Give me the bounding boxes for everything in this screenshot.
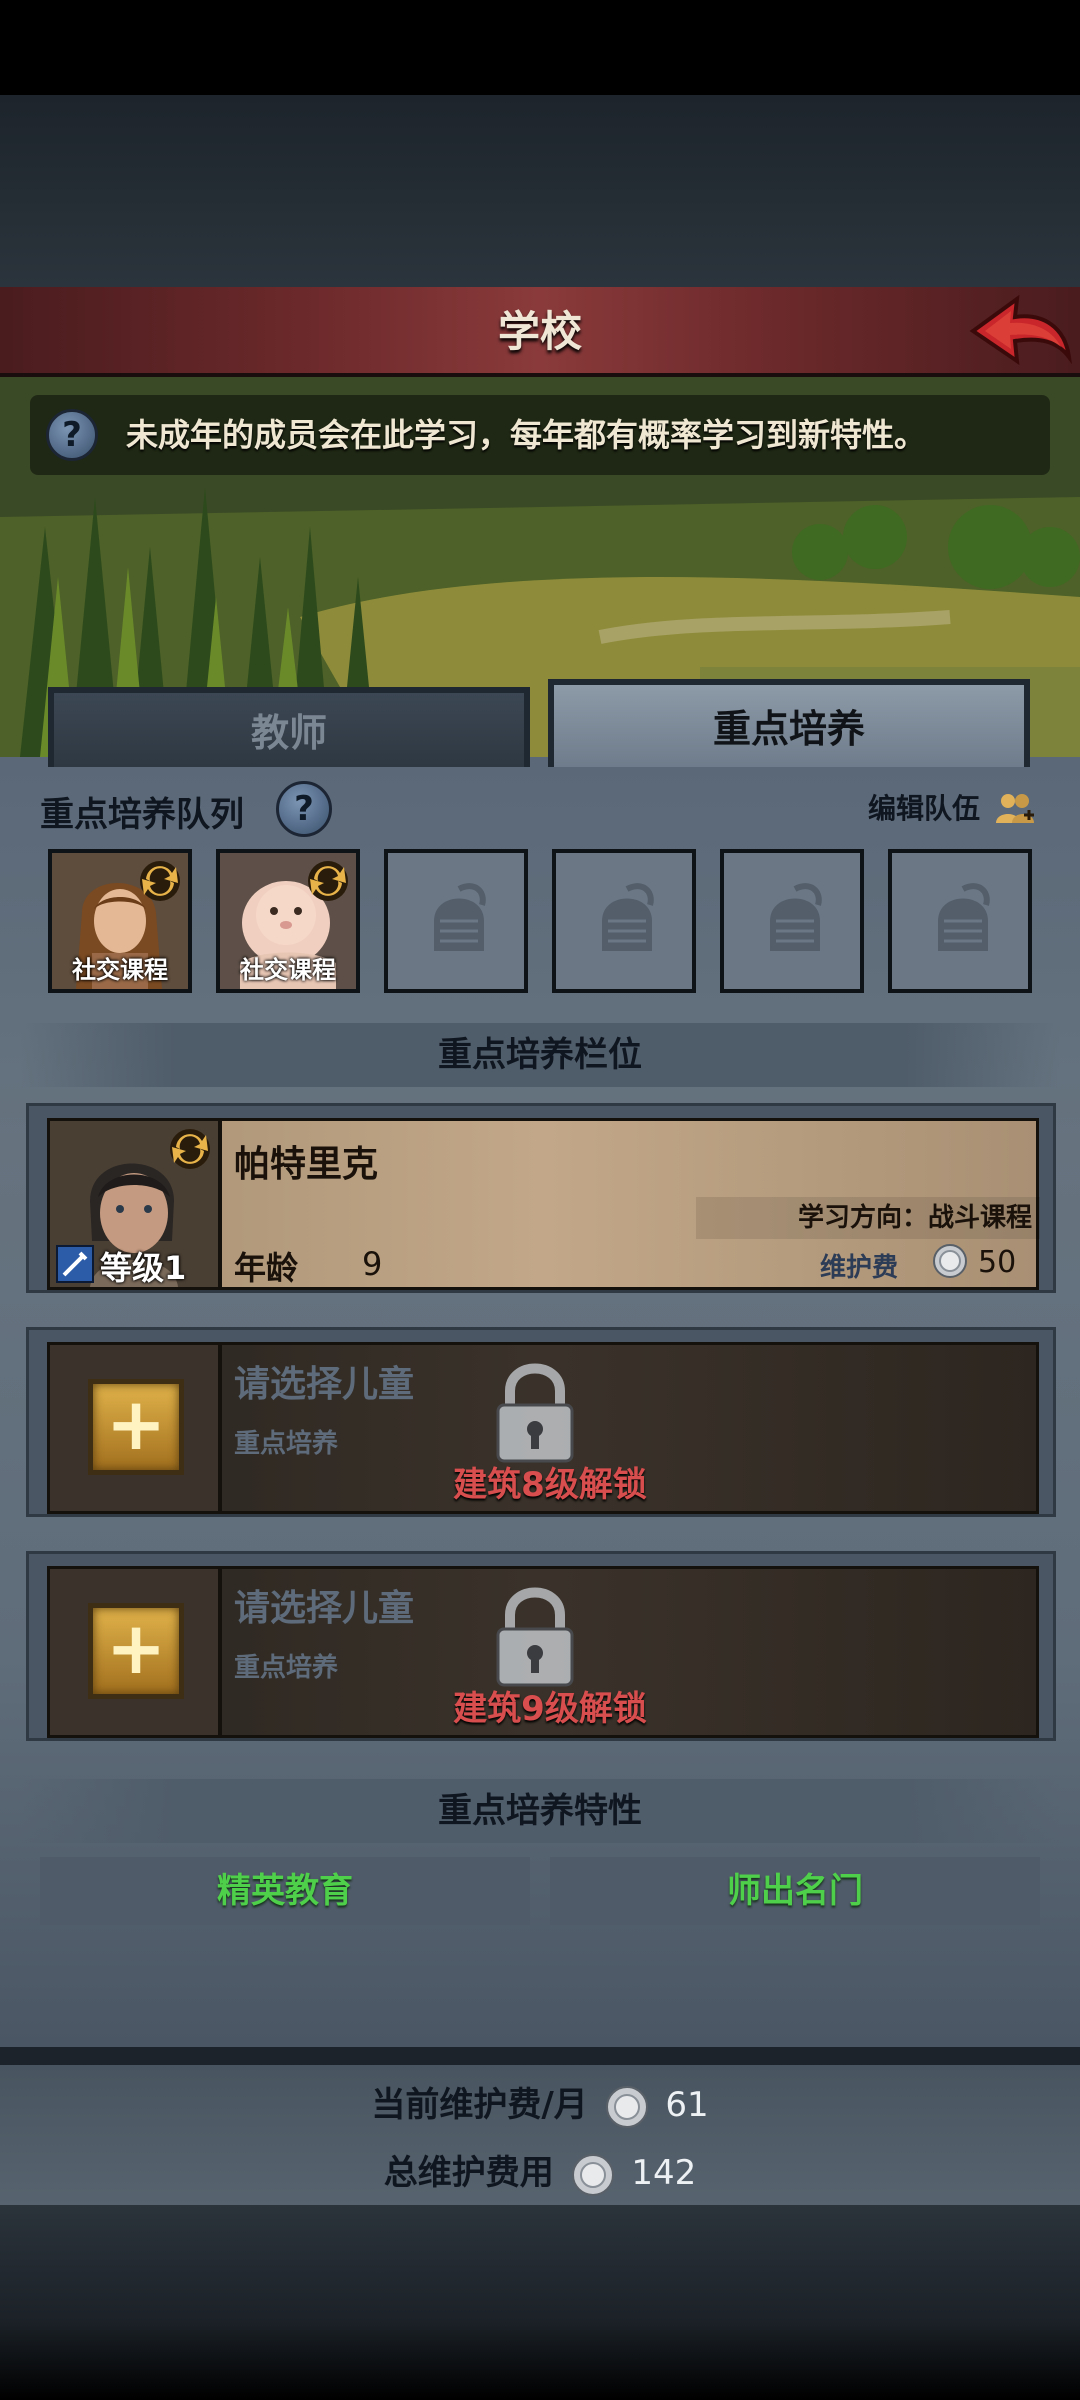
focus-slot-2[interactable]: + 请选择儿童 重点培养 建筑8级解锁 xyxy=(26,1327,1056,1517)
focus-slot-3[interactable]: + 请选择儿童 重点培养 建筑9级解锁 xyxy=(26,1551,1056,1741)
focus-slot-card: 等级1 帕特里克 学习方向：战斗课程 年龄 9 维护费 50 xyxy=(47,1118,1040,1290)
header-bar: 学校 xyxy=(0,287,1080,377)
child-portrait: 等级1 xyxy=(50,1121,222,1287)
lock-icon xyxy=(496,1587,574,1687)
empty-portrait: + xyxy=(50,1569,222,1735)
child-name: 帕特里克 xyxy=(234,1144,379,1185)
age-label: 年龄 xyxy=(234,1249,299,1287)
lock-icon xyxy=(496,1363,574,1463)
footer-divider xyxy=(0,2047,1080,2065)
focus-slot-card: + 请选择儿童 重点培养 建筑9级解锁 xyxy=(47,1566,1039,1738)
swap-icon xyxy=(140,861,180,901)
unlock-requirement: 建筑9级解锁 xyxy=(453,1689,647,1729)
trait-famous-mentor[interactable]: 师出名门 xyxy=(550,1857,1040,1925)
footer-panel: 当前维护费/月 61 总维护费用 142 xyxy=(0,2065,1080,2205)
queue-title: 重点培养队列 xyxy=(40,795,244,835)
tab-focus-training[interactable]: 重点培养 xyxy=(548,679,1030,767)
queue-slot-1[interactable]: 社交课程 xyxy=(48,849,192,993)
page-title: 学校 xyxy=(497,307,582,356)
empty-helmet-icon xyxy=(770,883,822,951)
trait-elite-education[interactable]: 精英教育 xyxy=(40,1857,530,1925)
traits-section-title: 重点培养特性 xyxy=(20,1779,1060,1843)
queue-slot-label: 社交课程 xyxy=(240,956,336,984)
top-backdrop xyxy=(0,95,1080,287)
study-direction: 学习方向：战斗课程 xyxy=(797,1203,1032,1233)
info-text: 未成年的成员会在此学习，每年都有概率学习到新特性。 xyxy=(126,416,927,454)
edit-team-label: 编辑队伍 xyxy=(868,792,981,825)
swap-icon xyxy=(170,1129,210,1169)
empty-portrait: + xyxy=(50,1345,222,1511)
edit-team-button[interactable]: 编辑队伍 xyxy=(868,787,1036,831)
status-bar-area xyxy=(0,0,1080,95)
silver-coin-icon xyxy=(933,1244,967,1278)
unlock-requirement: 建筑8级解锁 xyxy=(453,1465,647,1505)
info-bar: ? 未成年的成员会在此学习，每年都有概率学习到新特性。 xyxy=(30,395,1050,475)
silver-coin-icon xyxy=(605,2085,648,2128)
sword-class-icon xyxy=(56,1245,94,1283)
queue-slot-6[interactable] xyxy=(888,849,1032,993)
bottom-backdrop xyxy=(0,2205,1080,2400)
select-child-label: 请选择儿童 xyxy=(234,1588,415,1629)
queue-help-icon[interactable]: ? xyxy=(276,781,332,837)
focus-training-label: 重点培养 xyxy=(234,1429,339,1459)
focus-training-label: 重点培养 xyxy=(234,1653,339,1683)
total-fee-label: 总维护费用 xyxy=(383,2153,554,2193)
monthly-fee-row: 当前维护费/月 61 xyxy=(0,2077,1080,2129)
queue-slot-2[interactable]: 社交课程 xyxy=(216,849,360,993)
team-edit-icon xyxy=(995,794,1034,823)
silver-coin-icon xyxy=(571,2153,614,2196)
main-panel: 教师 重点培养 重点培养队列 ? 编辑队伍 社交课程 社交课程 重点培养栏位 等… xyxy=(0,679,1080,2047)
fee-label: 维护费 xyxy=(820,1253,899,1283)
total-fee-value: 142 xyxy=(631,2153,697,2193)
queue-slot-5[interactable] xyxy=(720,849,864,993)
empty-helmet-icon xyxy=(938,883,990,951)
study-direction-bar: 学习方向：战斗课程 xyxy=(696,1197,1040,1239)
select-child-label: 请选择儿童 xyxy=(234,1364,415,1405)
add-child-button[interactable]: + xyxy=(88,1603,184,1699)
level-label: 等级1 xyxy=(100,1249,187,1287)
fee-value: 50 xyxy=(978,1245,1017,1280)
empty-helmet-icon xyxy=(602,883,654,951)
focus-slot-card: + 请选择儿童 重点培养 建筑8级解锁 xyxy=(47,1342,1039,1514)
queue-slot-label: 社交课程 xyxy=(72,956,168,984)
help-icon[interactable]: ? xyxy=(46,409,98,461)
queue-slot-3[interactable] xyxy=(384,849,528,993)
back-arrow-icon xyxy=(969,294,1072,366)
focus-slot-1[interactable]: 等级1 帕特里克 学习方向：战斗课程 年龄 9 维护费 50 xyxy=(26,1103,1056,1293)
slots-section-title: 重点培养栏位 xyxy=(20,1023,1060,1087)
monthly-fee-label: 当前维护费/月 xyxy=(371,2085,588,2125)
swap-icon xyxy=(308,861,348,901)
back-button[interactable] xyxy=(965,293,1075,373)
tab-teacher[interactable]: 教师 xyxy=(48,687,530,767)
queue-slot-4[interactable] xyxy=(552,849,696,993)
age-value: 9 xyxy=(362,1245,383,1283)
total-fee-row: 总维护费用 142 xyxy=(0,2145,1080,2197)
add-child-button[interactable]: + xyxy=(88,1379,184,1475)
monthly-fee-value: 61 xyxy=(665,2085,709,2125)
empty-helmet-icon xyxy=(434,883,486,951)
